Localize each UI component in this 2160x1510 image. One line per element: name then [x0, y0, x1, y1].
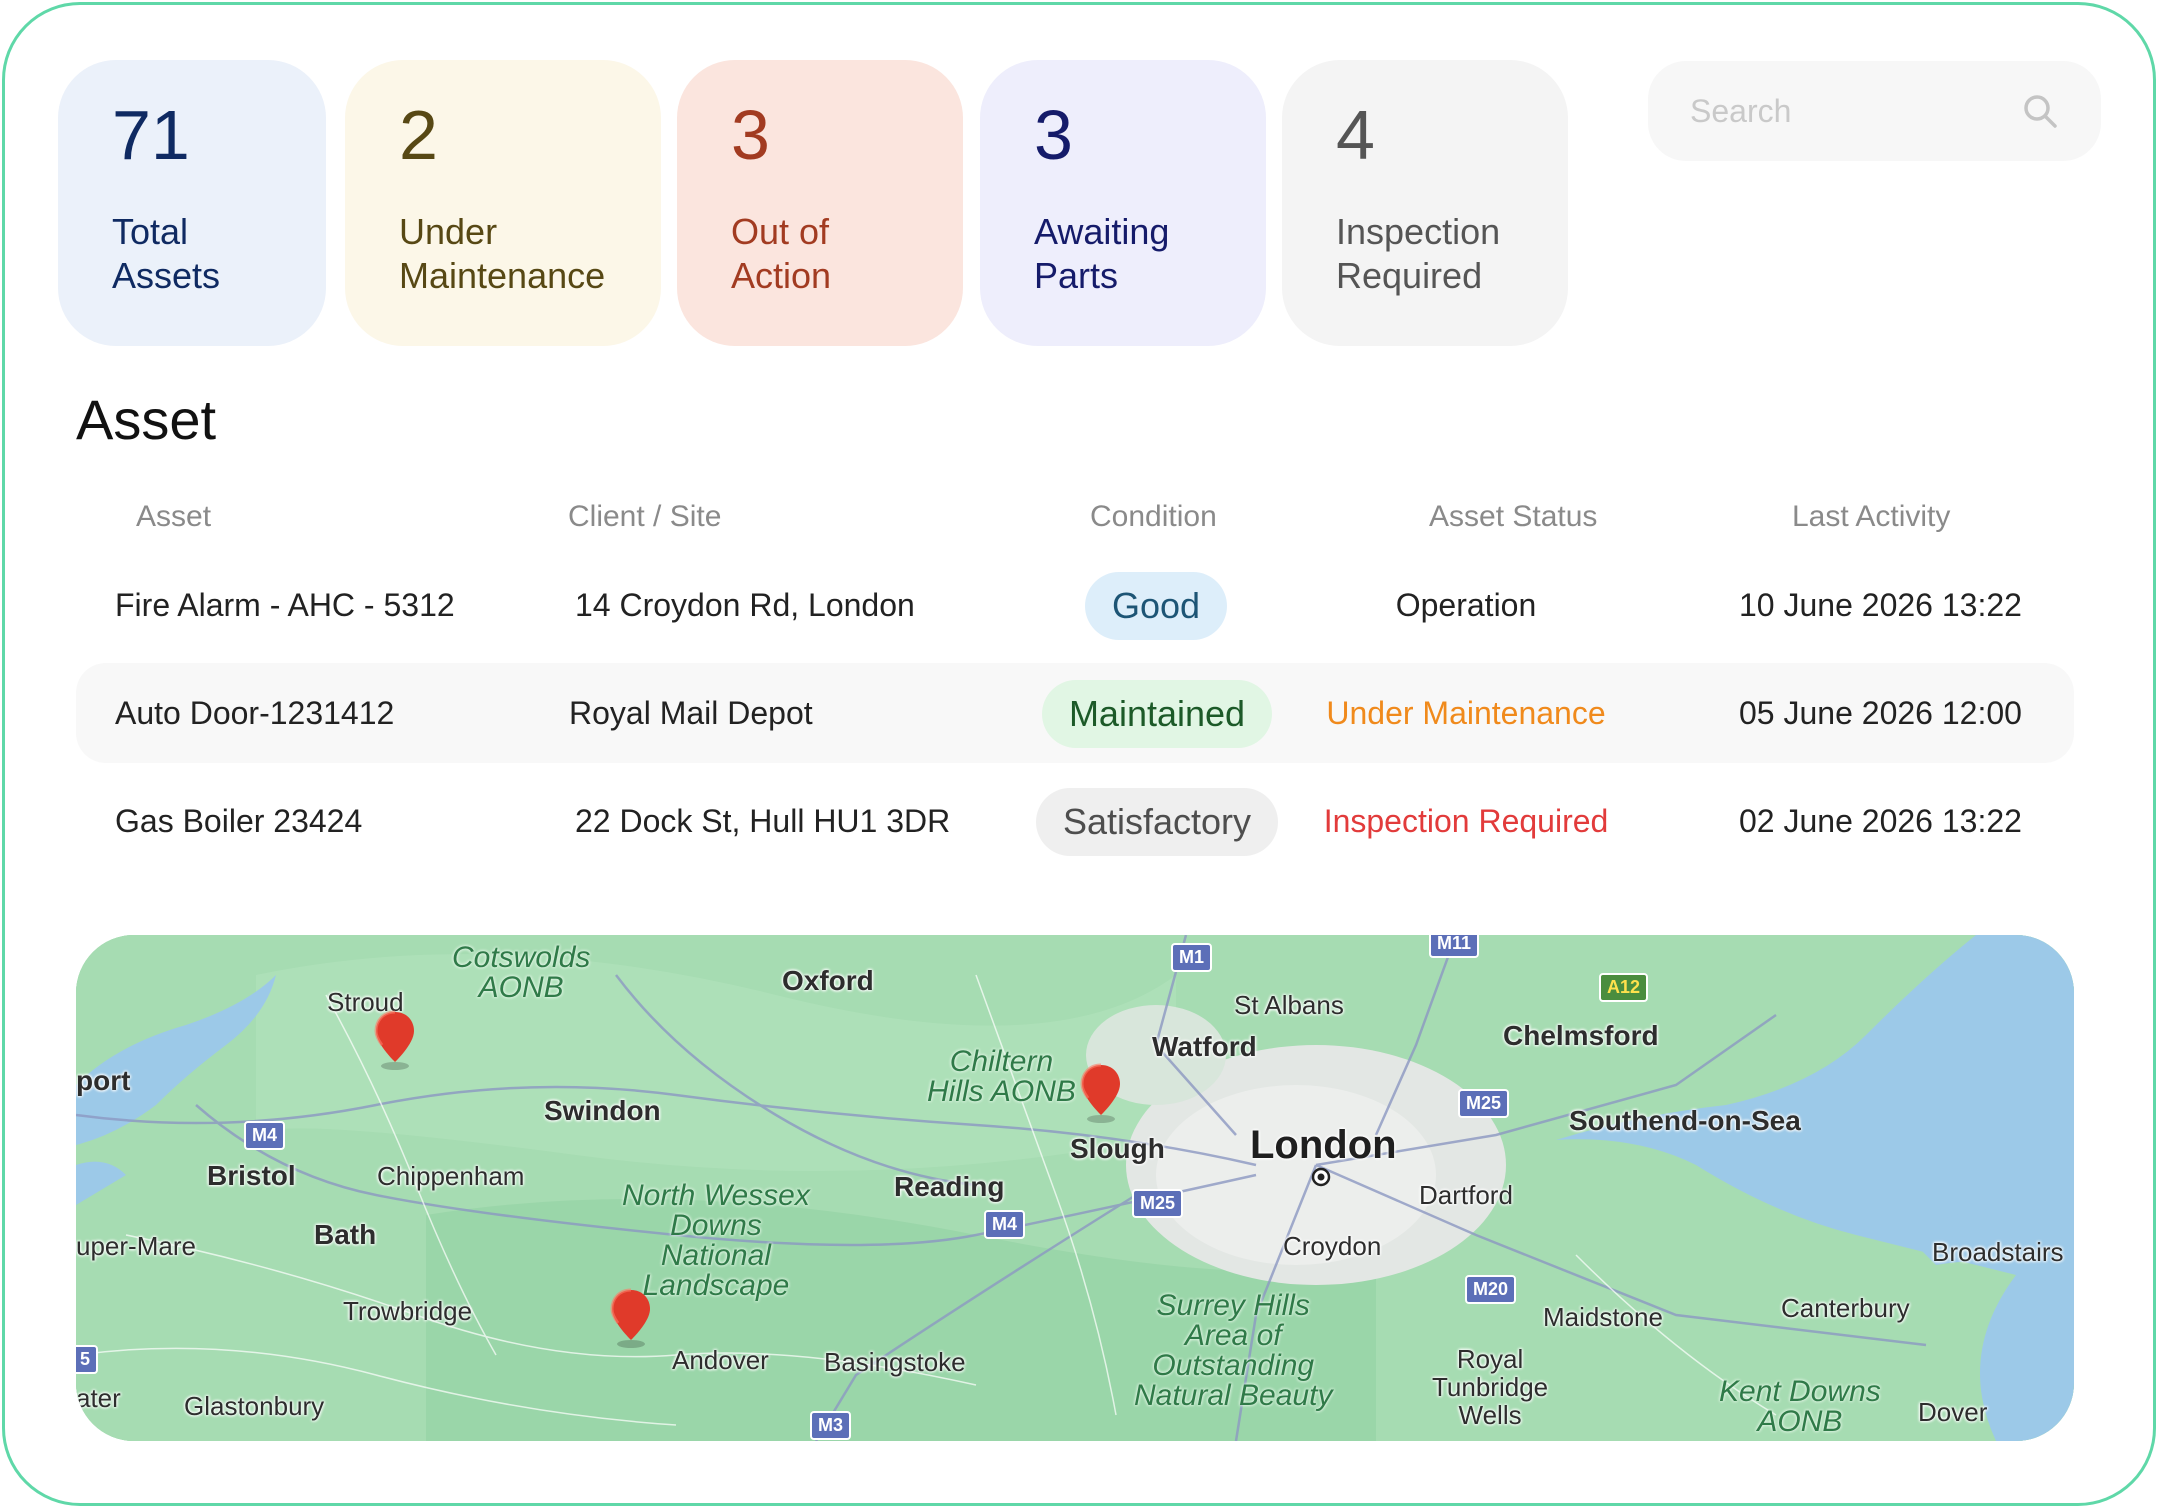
map-label-chiltern: Chiltern Hills AONB [927, 1045, 1076, 1108]
stat-card-total-assets[interactable]: 71 Total Assets [58, 60, 326, 346]
road-shield-m1: M1 [1171, 943, 1213, 972]
map-pin-icon[interactable] [373, 1010, 417, 1070]
client-site: 14 Croydon Rd, London [575, 587, 915, 623]
map-label-bristol: Bristol [207, 1160, 296, 1191]
column-header-client-site[interactable]: Client / Site [568, 500, 721, 534]
last-activity: 02 June 2026 13:22 [1739, 803, 2022, 839]
stat-label: Under Maintenance [399, 211, 606, 296]
road-shield-m11: M11 [1429, 935, 1480, 958]
map-label-slough: Slough [1070, 1133, 1165, 1164]
map-label-maidstone: Maidstone [1543, 1302, 1663, 1332]
column-header-asset-status[interactable]: Asset Status [1429, 500, 1597, 534]
condition-badge: Maintained [1042, 680, 1272, 748]
stat-card-inspection-required[interactable]: 4 Inspection Required [1282, 60, 1568, 346]
map-label-port: port [76, 1065, 131, 1096]
stat-card-awaiting-parts[interactable]: 3 Awaiting Parts [980, 60, 1266, 346]
map-label-cotswolds: Cotswolds AONB [452, 941, 591, 1004]
road-shield-m5: 5 [76, 1345, 99, 1374]
map-pin-icon[interactable] [609, 1288, 653, 1348]
dashboard-frame: 71 Total Assets 2 Under Maintenance 3 Ou… [2, 2, 2156, 1506]
search-box[interactable] [1648, 61, 2101, 161]
road-shield-m4: M4 [244, 1121, 286, 1150]
map-label-basingstoke: Basingstoke [824, 1347, 966, 1377]
last-activity: 05 June 2026 12:00 [1739, 695, 2022, 731]
map-label-london: London [1250, 1123, 1397, 1167]
asset-status: Inspection Required [1323, 803, 1609, 839]
stat-value: 3 [1034, 96, 1073, 174]
map-label-oxford: Oxford [782, 965, 874, 996]
client-site: 22 Dock St, Hull HU1 3DR [575, 803, 951, 839]
stat-value: 2 [399, 96, 438, 174]
asset-name: Auto Door-1231412 [115, 695, 395, 731]
map-label-st-albans: St Albans [1234, 990, 1344, 1020]
stat-label: Inspection Required [1336, 211, 1501, 296]
road-shield-m25: M25 [1458, 1089, 1510, 1118]
map-label-surrey-hills: Surrey Hills Area of Outstanding Natural… [1134, 1289, 1333, 1412]
stat-value: 4 [1336, 96, 1375, 174]
table-row[interactable]: Gas Boiler 23424 22 Dock St, Hull HU1 3D… [76, 771, 2074, 871]
stat-card-under-maintenance[interactable]: 2 Under Maintenance [345, 60, 661, 346]
road-shield-m4: M4 [984, 1210, 1026, 1239]
stat-value: 3 [731, 96, 770, 174]
condition-badge: Satisfactory [1036, 788, 1278, 856]
client-site: Royal Mail Depot [569, 695, 813, 731]
map-label-north-wessex: North Wessex Downs National Landscape [622, 1179, 810, 1302]
road-shield-m20: M20 [1465, 1275, 1517, 1304]
column-header-asset[interactable]: Asset [136, 500, 211, 534]
map-label-tunbridge-wells: Royal Tunbridge Wells [1432, 1344, 1549, 1430]
map-label-canterbury: Canterbury [1781, 1293, 1910, 1323]
map-label-broadstairs: Broadstairs [1932, 1237, 2064, 1267]
map-label-dover: Dover [1918, 1397, 1988, 1427]
page-title: Asset [76, 388, 217, 451]
map-label-weston: uper-Mare [76, 1231, 196, 1261]
map-label-dartford: Dartford [1419, 1180, 1513, 1210]
stat-card-out-of-action[interactable]: 3 Out of Action [677, 60, 963, 346]
asset-map[interactable]: Stroud Cotswolds AONB Oxford St Albans W… [76, 935, 2074, 1441]
stat-label: Awaiting Parts [1034, 211, 1170, 296]
map-label-watford: Watford [1152, 1031, 1257, 1062]
last-activity: 10 June 2026 13:22 [1739, 587, 2022, 623]
map-label-southend: Southend-on-Sea [1569, 1105, 1801, 1136]
map-label-swindon: Swindon [544, 1095, 661, 1126]
map-label-croydon: Croydon [1283, 1231, 1382, 1261]
road-shield-a12: A12 [1599, 973, 1649, 1002]
column-header-condition[interactable]: Condition [1090, 500, 1217, 534]
map-label-chippenham: Chippenham [377, 1161, 525, 1191]
condition-badge: Good [1085, 572, 1227, 640]
table-row[interactable]: Auto Door-1231412 Royal Mail Depot Maint… [76, 663, 2074, 763]
map-label-chelmsford: Chelmsford [1503, 1020, 1659, 1051]
map-pin-icon[interactable] [1079, 1063, 1123, 1123]
asset-name: Fire Alarm - AHC - 5312 [115, 587, 455, 623]
map-label-bath: Bath [314, 1219, 377, 1250]
map-label-kent-downs: Kent Downs AONB [1719, 1375, 1881, 1438]
london-marker-icon [1311, 1167, 1331, 1187]
asset-status: Operation [1395, 587, 1537, 623]
stat-label: Total Assets [112, 211, 221, 296]
road-shield-m25: M25 [1132, 1189, 1184, 1218]
map-label-glastonbury: Glastonbury [184, 1391, 325, 1421]
column-header-last-activity[interactable]: Last Activity [1792, 500, 1950, 534]
search-icon[interactable] [2021, 92, 2059, 130]
map-label-andover: Andover [672, 1345, 769, 1375]
map-label-reading: Reading [894, 1171, 1005, 1202]
search-input[interactable] [1690, 89, 1990, 133]
map-label-trowbridge: Trowbridge [343, 1296, 473, 1326]
asset-name: Gas Boiler 23424 [115, 803, 363, 839]
stat-label: Out of Action [731, 211, 832, 296]
asset-status: Under Maintenance [1326, 695, 1606, 731]
table-row[interactable]: Fire Alarm - AHC - 5312 14 Croydon Rd, L… [76, 555, 2074, 655]
road-shield-m3: M3 [810, 1411, 852, 1440]
map-label-bridgwater: ater [76, 1383, 121, 1413]
stat-value: 71 [112, 96, 190, 174]
